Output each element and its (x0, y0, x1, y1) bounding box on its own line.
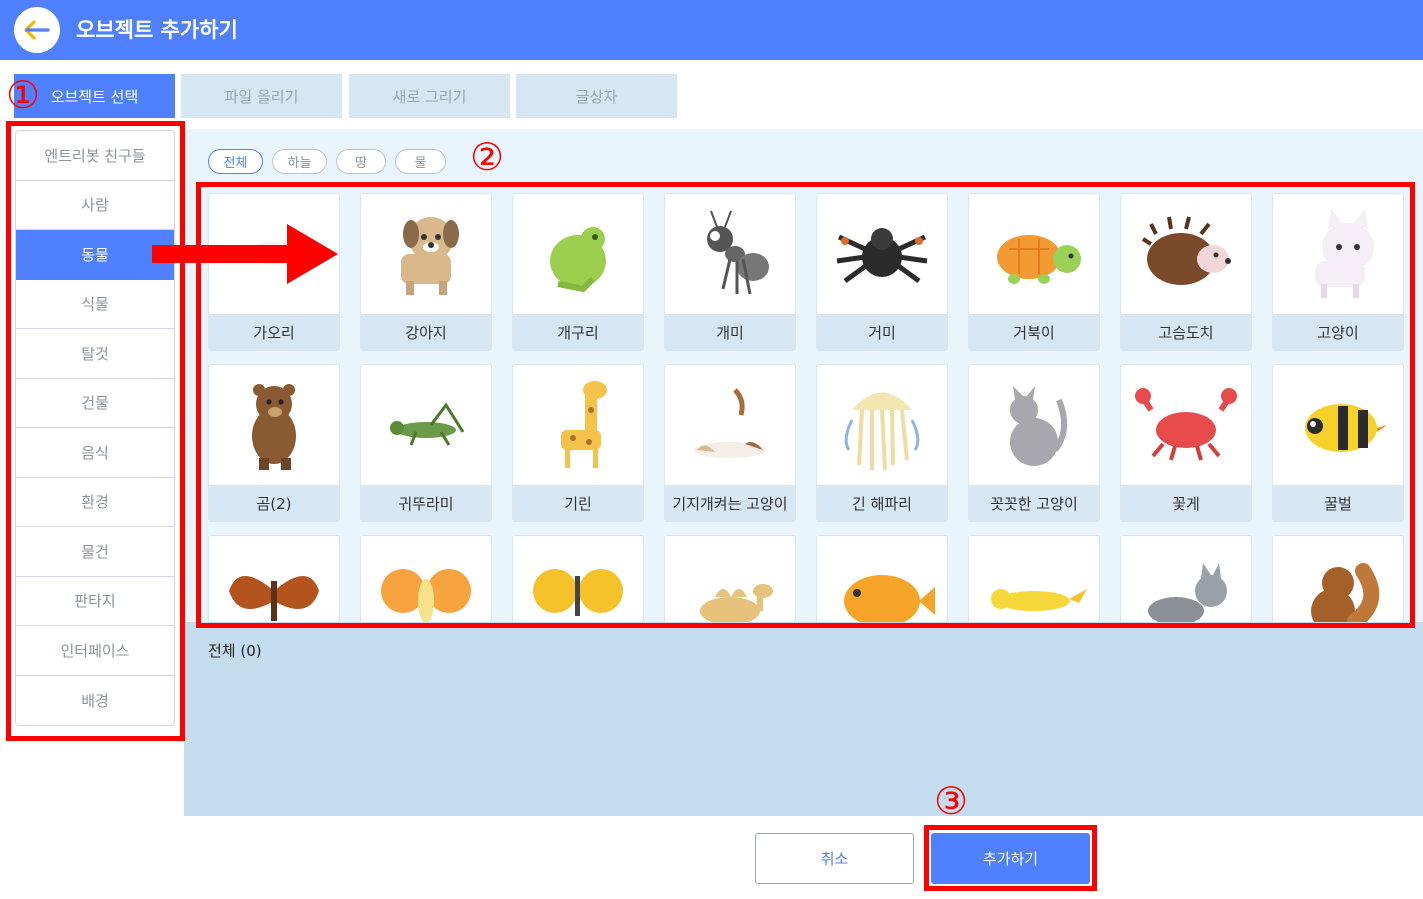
back-button[interactable] (14, 7, 60, 53)
add-button[interactable]: 추가하기 (931, 833, 1090, 884)
object-grid-viewport[interactable]: 가오리 강아지 개구리 개미 거미 거북이 고슴도치 고양이곰(2) 귀뚜라미 기린 기지개켜는 고… (200, 185, 1412, 622)
sidebar-item-animals[interactable]: 동물 (16, 230, 174, 280)
object-card-label: 꿀벌 (1273, 485, 1403, 521)
frog-icon (513, 194, 643, 314)
object-card[interactable] (1120, 535, 1252, 622)
object-card[interactable] (512, 535, 644, 622)
object-card[interactable] (208, 535, 340, 622)
object-card-label: 가오리 (209, 314, 339, 350)
sidebar-item-things[interactable]: 물건 (16, 527, 174, 577)
camel-icon (665, 536, 795, 622)
object-card[interactable]: 개구리 (512, 193, 644, 351)
object-card[interactable]: 꽃게 (1120, 364, 1252, 522)
object-card[interactable]: 거북이 (968, 193, 1100, 351)
cricket-icon (361, 365, 491, 485)
object-card-label: 고양이 (1273, 314, 1403, 350)
selected-count-label: 전체 (0) (208, 642, 262, 660)
object-card-label: 거북이 (969, 314, 1099, 350)
object-card-label: 꽃게 (1121, 485, 1251, 521)
cancel-button[interactable]: 취소 (755, 833, 914, 884)
sidebar-item-buildings[interactable]: 건물 (16, 379, 174, 428)
sidebar-item-interface[interactable]: 인터페이스 (16, 626, 174, 676)
annotation-number-two: ② (470, 135, 505, 179)
sidebar-item-plants[interactable]: 식물 (16, 280, 174, 329)
object-card[interactable] (360, 535, 492, 622)
tab-file-upload[interactable]: 파일 올리기 (181, 74, 342, 118)
object-card-label: 강아지 (361, 314, 491, 350)
filter-water-chip[interactable]: 물 (395, 149, 446, 174)
object-card-label: 거미 (817, 314, 947, 350)
object-card[interactable]: 강아지 (360, 193, 492, 351)
annotation-number-one: ① (6, 73, 41, 117)
annotation-number-three: ③ (934, 779, 969, 823)
squirrel-icon (1273, 536, 1403, 622)
hedgehog-icon (1121, 194, 1251, 314)
arrow-left-icon (24, 20, 50, 40)
stretching-cat-icon (665, 365, 795, 485)
giraffe-icon (513, 365, 643, 485)
filter-all-chip[interactable]: 전체 (208, 149, 263, 174)
object-card-label: 귀뚜라미 (361, 485, 491, 521)
sidebar-item-background[interactable]: 배경 (16, 676, 174, 726)
object-card[interactable] (1272, 535, 1404, 622)
pufferfish-icon (817, 536, 947, 622)
spider-icon (817, 194, 947, 314)
filter-sky-chip[interactable]: 하늘 (272, 149, 327, 174)
object-card[interactable]: 기지개켜는 고양이 (664, 364, 796, 522)
object-card[interactable] (664, 535, 796, 622)
ant-icon (665, 194, 795, 314)
object-card[interactable]: 고슴도치 (1120, 193, 1252, 351)
object-card-label: 고슴도치 (1121, 314, 1251, 350)
sidebar-item-environment[interactable]: 환경 (16, 478, 174, 527)
object-card[interactable]: 기린 (512, 364, 644, 522)
object-card-label: 개미 (665, 314, 795, 350)
crab-icon (1121, 365, 1251, 485)
bee-icon (1273, 365, 1403, 485)
butterfly-orange-icon (361, 536, 491, 622)
object-card-label: 기지개켜는 고양이 (665, 485, 795, 521)
object-grid: 가오리 강아지 개구리 개미 거미 거북이 고슴도치 고양이곰(2) 귀뚜라미 기린 기지개켜는 고… (208, 193, 1404, 622)
sitting-cat-icon (969, 365, 1099, 485)
sidebar-item-fantasy[interactable]: 판타지 (16, 577, 174, 626)
cat-icon (1273, 194, 1403, 314)
jellyfish-icon (817, 365, 947, 485)
object-card[interactable]: 거미 (816, 193, 948, 351)
object-card[interactable]: 고양이 (1272, 193, 1404, 351)
sidebar-item-entrybot-friends[interactable]: 엔트리봇 친구들 (16, 131, 174, 181)
tab-new-drawing[interactable]: 새로 그리기 (349, 74, 510, 118)
tab-textbox[interactable]: 글상자 (516, 74, 677, 118)
butterfly-yellow-icon (513, 536, 643, 622)
moth-icon (209, 536, 339, 622)
bear-icon (209, 365, 339, 485)
add-object-dialog: 오브젝트 추가하기 오브젝트 선택 파일 올리기 새로 그리기 글상자 엔트리봇… (0, 0, 1423, 899)
sidebar-item-people[interactable]: 사람 (16, 181, 174, 230)
object-card-label: 기린 (513, 485, 643, 521)
object-card[interactable]: 개미 (664, 193, 796, 351)
object-card-label: 긴 해파리 (817, 485, 947, 521)
object-card[interactable]: 꿀벌 (1272, 364, 1404, 522)
object-card[interactable] (816, 535, 948, 622)
object-card-label: 곰(2) (209, 485, 339, 521)
wolf-icon (1121, 536, 1251, 622)
dog-icon (361, 194, 491, 314)
selected-objects-panel: 전체 (0) (184, 622, 1423, 816)
category-sidebar: 엔트리봇 친구들 사람 동물 식물 탈것 건물 음식 환경 물건 판타지 인터페… (15, 130, 175, 726)
sidebar-item-vehicles[interactable]: 탈것 (16, 329, 174, 379)
object-card[interactable]: 긴 해파리 (816, 364, 948, 522)
object-card-label: 개구리 (513, 314, 643, 350)
page-title: 오브젝트 추가하기 (76, 18, 238, 42)
object-card[interactable]: 곰(2) (208, 364, 340, 522)
filter-land-chip[interactable]: 땅 (336, 149, 386, 174)
sidebar-item-food[interactable]: 음식 (16, 428, 174, 478)
object-card[interactable]: 꼿꼿한 고양이 (968, 364, 1100, 522)
object-card[interactable]: 귀뚜라미 (360, 364, 492, 522)
header-bar: 오브젝트 추가하기 (0, 0, 1423, 60)
object-card-label: 꼿꼿한 고양이 (969, 485, 1099, 521)
canary-icon (969, 536, 1099, 622)
object-card[interactable] (968, 535, 1100, 622)
turtle-icon (969, 194, 1099, 314)
annotation-arrow-icon (152, 224, 338, 284)
